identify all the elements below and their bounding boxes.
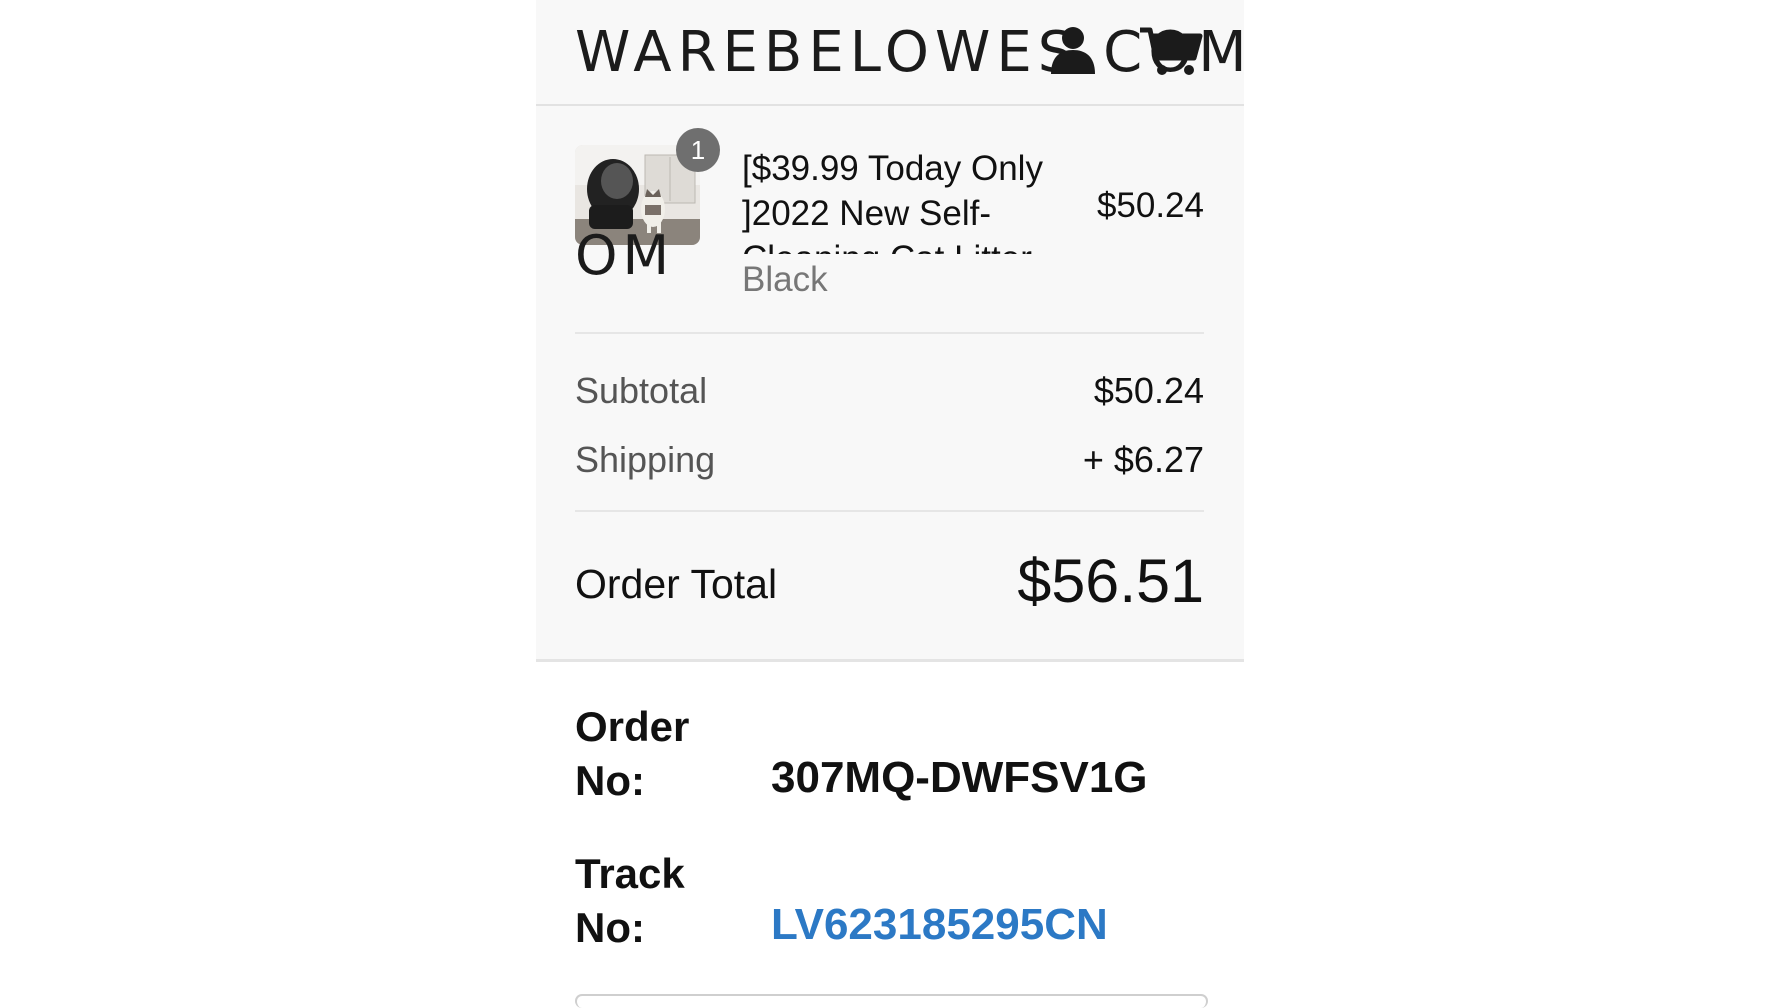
divider bbox=[575, 510, 1204, 512]
next-section-edge bbox=[575, 994, 1208, 1008]
order-confirmation-panel: WAREBELOWES.COM 1 OM [$39.99 Today Only … bbox=[536, 0, 1247, 1008]
order-number-value: 307MQ-DWFSV1G bbox=[771, 753, 1148, 802]
track-number-link[interactable]: LV623185295CN bbox=[771, 900, 1108, 950]
thumbnail-overflow-text: OM bbox=[575, 224, 675, 287]
item-price: $50.24 bbox=[1096, 186, 1204, 225]
product-variant: Black bbox=[742, 260, 828, 299]
order-number-label: Order No: bbox=[575, 703, 690, 804]
shipping-label: Shipping bbox=[575, 439, 716, 480]
subtotal-label: Subtotal bbox=[575, 370, 708, 411]
divider bbox=[575, 332, 1204, 334]
cart-icon[interactable] bbox=[1138, 24, 1204, 78]
shipping-value: + $6.27 bbox=[1082, 439, 1204, 480]
track-number-label: Track No: bbox=[575, 850, 685, 951]
quantity-badge: 1 bbox=[676, 128, 720, 172]
order-summary: 1 OM [$39.99 Today Only ]2022 New Self-C… bbox=[536, 106, 1244, 662]
store-header: WAREBELOWES.COM bbox=[536, 0, 1247, 106]
order-total-value: $56.51 bbox=[1017, 547, 1204, 615]
product-title: [$39.99 Today Only ]2022 New Self-Cleani… bbox=[742, 149, 1043, 254]
account-icon[interactable] bbox=[1047, 22, 1105, 76]
subtotal-value: $50.24 bbox=[1093, 370, 1204, 411]
order-total-label: Order Total bbox=[575, 561, 778, 607]
